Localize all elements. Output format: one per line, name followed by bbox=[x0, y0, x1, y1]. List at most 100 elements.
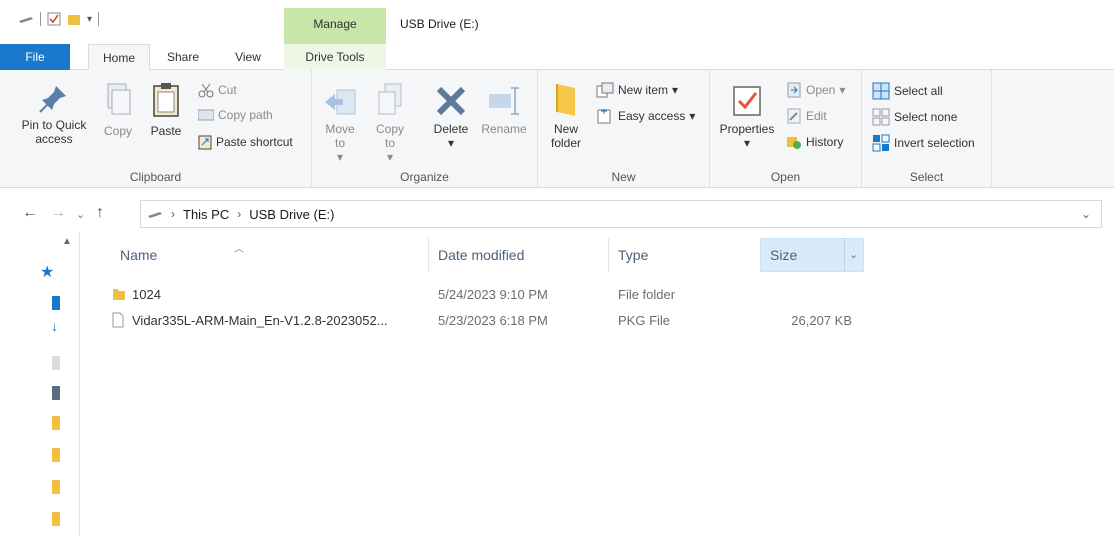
navigation-bar: ← → ⌄ ↑ › This PC › USB Drive (E:) ⌄ bbox=[0, 196, 1114, 232]
column-header-size[interactable]: Size bbox=[770, 238, 797, 272]
history-button[interactable]: History bbox=[786, 134, 843, 150]
tab-view[interactable]: View bbox=[226, 44, 270, 70]
new-group-label: New bbox=[611, 170, 636, 184]
delete-button[interactable]: Delete ▾ bbox=[426, 84, 476, 150]
open-button[interactable]: Open ▾ bbox=[786, 82, 845, 98]
new-item-button[interactable]: New item ▾ bbox=[596, 82, 678, 98]
folder-icon[interactable] bbox=[52, 416, 60, 430]
manage-context-label: Manage bbox=[313, 17, 357, 31]
folder-icon[interactable] bbox=[52, 480, 60, 494]
copy-to-icon bbox=[378, 83, 402, 115]
paste-shortcut-icon bbox=[198, 135, 212, 150]
pin-icon bbox=[39, 86, 66, 113]
select-none-button[interactable]: Select none bbox=[872, 108, 957, 126]
edit-button[interactable]: Edit bbox=[786, 108, 827, 124]
rename-label: Rename bbox=[481, 122, 527, 136]
new-folder-label: New folder bbox=[550, 122, 582, 150]
dropdown-caret-icon: ▾ bbox=[336, 150, 344, 164]
tab-share[interactable]: Share bbox=[160, 44, 206, 70]
recent-locations-chevron-icon[interactable]: ⌄ bbox=[76, 208, 85, 221]
table-row[interactable]: Vidar335L-ARM-Main_En-V1.2.8-2023052... … bbox=[104, 310, 864, 332]
window-title: USB Drive (E:) bbox=[400, 17, 479, 31]
file-date: 5/23/2023 6:18 PM bbox=[438, 313, 548, 328]
pin-quick-access-button[interactable]: Pin to Quick access bbox=[14, 82, 94, 146]
dropdown-caret-icon: ▾ bbox=[743, 136, 751, 150]
invert-selection-button[interactable]: Invert selection bbox=[872, 134, 975, 152]
pictures-icon[interactable] bbox=[52, 386, 60, 400]
scissors-icon bbox=[198, 83, 214, 98]
quick-access-toolbar: ▾ bbox=[18, 12, 100, 26]
dropdown-caret-icon: ▾ bbox=[672, 83, 679, 97]
column-divider[interactable] bbox=[844, 238, 845, 272]
move-to-button[interactable]: Move to ▾ bbox=[320, 86, 360, 164]
paste-button[interactable]: Paste bbox=[144, 82, 188, 138]
column-header-type[interactable]: Type bbox=[618, 238, 648, 272]
rename-button[interactable]: Rename bbox=[478, 84, 530, 136]
properties-checkbox-icon[interactable] bbox=[47, 12, 61, 26]
column-header-date[interactable]: Date modified bbox=[438, 238, 524, 272]
quick-access-star-icon[interactable]: ★ bbox=[40, 262, 54, 282]
easy-access-label: Easy access bbox=[618, 109, 686, 123]
invert-selection-label: Invert selection bbox=[894, 136, 975, 150]
column-divider[interactable] bbox=[608, 238, 609, 272]
new-group: New folder New item ▾ Easy access ▾ New bbox=[538, 70, 710, 188]
move-to-icon bbox=[325, 89, 356, 115]
back-arrow-icon[interactable]: ← bbox=[22, 204, 38, 222]
downloads-icon[interactable]: ↓ bbox=[51, 318, 58, 334]
address-bar[interactable]: › This PC › USB Drive (E:) ⌄ bbox=[140, 200, 1102, 228]
paste-shortcut-button[interactable]: Paste shortcut bbox=[198, 134, 293, 150]
column-header-name[interactable]: Name bbox=[120, 238, 157, 272]
history-icon bbox=[787, 137, 801, 149]
customize-toolbar-icon[interactable]: ▾ bbox=[87, 14, 92, 25]
tab-home[interactable]: Home bbox=[88, 44, 150, 71]
file-type: PKG File bbox=[618, 313, 671, 328]
move-to-label: Move to bbox=[325, 122, 355, 150]
copy-to-label: Copy to bbox=[375, 122, 404, 150]
copy-button[interactable]: Copy bbox=[100, 82, 136, 138]
edit-icon bbox=[787, 108, 801, 124]
column-divider[interactable] bbox=[428, 238, 429, 272]
tab-file[interactable]: File bbox=[0, 44, 70, 70]
copy-path-icon bbox=[198, 109, 214, 121]
navigation-pane: ▲ ★ ↓ bbox=[40, 232, 80, 536]
size-column-dropdown-icon[interactable]: ⌄ bbox=[849, 248, 858, 261]
copy-to-button[interactable]: Copy to ▾ bbox=[370, 82, 410, 164]
dropdown-caret-icon: ▾ bbox=[447, 136, 455, 150]
select-group-label: Select bbox=[909, 170, 944, 184]
file-size: 26,207 KB bbox=[791, 313, 852, 328]
copy-label: Copy bbox=[103, 124, 132, 138]
clipboard-group-label: Clipboard bbox=[129, 170, 182, 184]
forward-arrow-icon[interactable]: → bbox=[50, 204, 66, 222]
file-name: 1024 bbox=[132, 287, 161, 302]
new-folder-quick-icon[interactable] bbox=[67, 12, 81, 26]
select-all-button[interactable]: Select all bbox=[872, 82, 943, 100]
copy-path-button[interactable]: Copy path bbox=[198, 108, 273, 122]
up-arrow-icon[interactable]: ↑ bbox=[96, 204, 104, 222]
address-dropdown-icon[interactable]: ⌄ bbox=[1081, 207, 1091, 221]
folder-icon[interactable] bbox=[52, 448, 60, 462]
breadcrumb-chevron-icon[interactable]: › bbox=[171, 207, 175, 221]
new-folder-button[interactable]: New folder bbox=[544, 82, 588, 150]
breadcrumb-chevron-icon[interactable]: › bbox=[237, 207, 241, 221]
dropdown-caret-icon: ▾ bbox=[386, 150, 394, 164]
scroll-up-icon[interactable]: ▲ bbox=[62, 236, 72, 247]
select-all-label: Select all bbox=[894, 84, 943, 98]
desktop-icon[interactable] bbox=[52, 296, 60, 310]
delete-x-icon bbox=[436, 86, 466, 116]
folder-icon[interactable] bbox=[52, 512, 60, 526]
organize-group: Move to ▾ Copy to ▾ Delete ▾ Rename Organiz… bbox=[312, 70, 538, 188]
tab-drive-tools[interactable]: Drive Tools bbox=[284, 44, 386, 70]
easy-access-button[interactable]: Easy access ▾ bbox=[596, 108, 695, 124]
paste-icon bbox=[153, 83, 179, 117]
documents-icon[interactable] bbox=[52, 356, 60, 370]
breadcrumb-this-pc[interactable]: This PC bbox=[183, 207, 229, 222]
file-date: 5/24/2023 9:10 PM bbox=[438, 287, 548, 302]
cut-button[interactable]: Cut bbox=[198, 82, 237, 98]
clipboard-group: Pin to Quick access Copy Paste Cut Copy … bbox=[0, 70, 312, 188]
sort-indicator-icon: ︿ bbox=[234, 244, 244, 255]
folder-icon bbox=[113, 289, 125, 300]
breadcrumb-drive[interactable]: USB Drive (E:) bbox=[249, 207, 334, 222]
properties-button[interactable]: Properties ▾ bbox=[716, 84, 778, 150]
table-row[interactable]: 1024 5/24/2023 9:10 PM File folder bbox=[104, 284, 864, 306]
ribbon: Pin to Quick access Copy Paste Cut Copy … bbox=[0, 70, 1114, 188]
